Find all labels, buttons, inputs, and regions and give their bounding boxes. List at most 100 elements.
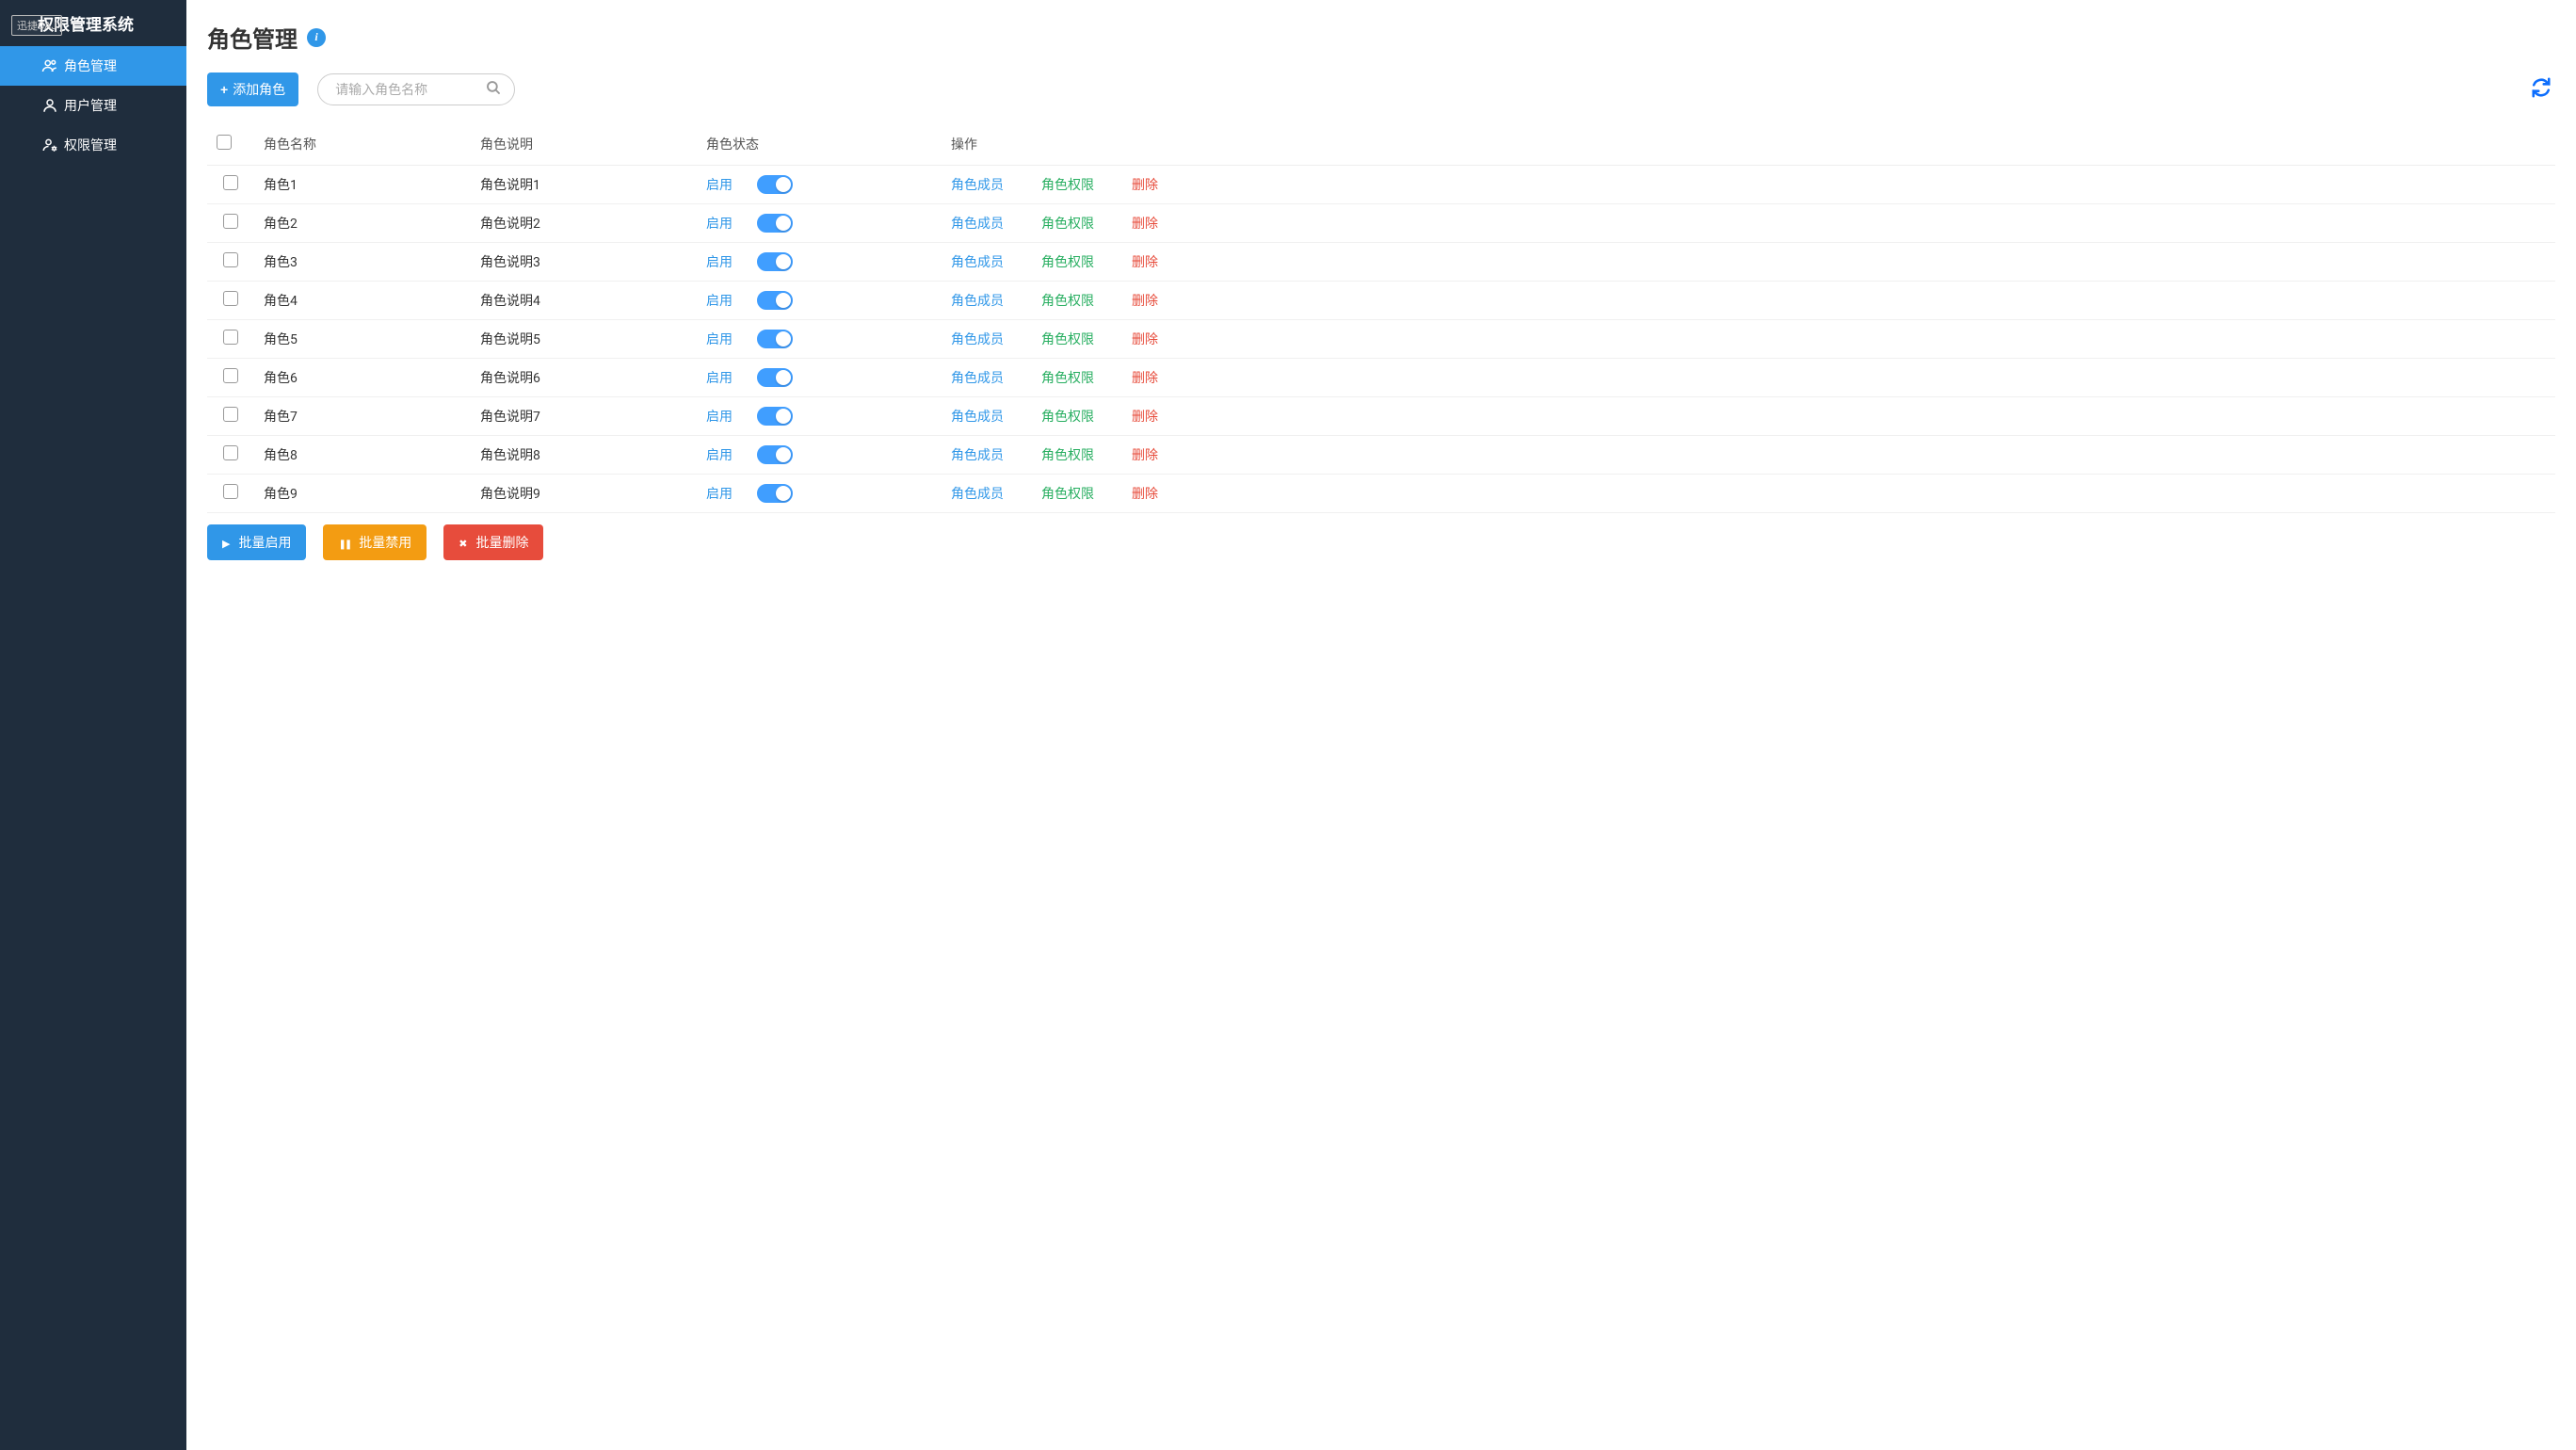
perms-link[interactable]: 角色权限 <box>1041 330 1094 348</box>
role-ops-cell: 角色成员 角色权限 删除 <box>942 204 2555 243</box>
row-checkbox[interactable] <box>223 252 238 267</box>
page-title-text: 角色管理 <box>207 21 298 54</box>
delete-link[interactable]: 删除 <box>1132 445 1158 464</box>
role-name-cell: 角色2 <box>254 204 471 243</box>
sidebar-item-1[interactable]: 用户管理 <box>0 86 186 125</box>
row-checkbox[interactable] <box>223 291 238 306</box>
status-toggle[interactable] <box>757 368 793 387</box>
delete-link[interactable]: 删除 <box>1132 291 1158 310</box>
role-status-cell: 启用 <box>697 397 942 436</box>
header-checkbox-cell <box>207 123 254 166</box>
status-toggle[interactable] <box>757 407 793 426</box>
status-label: 启用 <box>706 291 733 310</box>
row-checkbox[interactable] <box>223 445 238 460</box>
users-icon <box>41 57 58 74</box>
main-content: 角色管理 i + 添加角色 <box>186 0 2576 1450</box>
row-checkbox[interactable] <box>223 175 238 190</box>
role-name-cell: 角色6 <box>254 359 471 397</box>
table-row: 角色9角色说明9启用角色成员角色权限删除 <box>207 475 2555 513</box>
status-toggle[interactable] <box>757 484 793 503</box>
table-row: 角色7角色说明7启用角色成员角色权限删除 <box>207 397 2555 436</box>
role-desc-cell: 角色说明1 <box>471 166 697 204</box>
members-link[interactable]: 角色成员 <box>951 252 1004 271</box>
delete-link[interactable]: 删除 <box>1132 407 1158 426</box>
row-checkbox[interactable] <box>223 330 238 345</box>
search-icon[interactable] <box>485 79 502 100</box>
row-checkbox[interactable] <box>223 368 238 383</box>
sidebar-item-0[interactable]: 角色管理 <box>0 46 186 86</box>
members-link[interactable]: 角色成员 <box>951 445 1004 464</box>
row-checkbox[interactable] <box>223 484 238 499</box>
status-label: 启用 <box>706 407 733 426</box>
row-checkbox[interactable] <box>223 214 238 229</box>
delete-link[interactable]: 删除 <box>1132 330 1158 348</box>
status-toggle[interactable] <box>757 445 793 464</box>
members-link[interactable]: 角色成员 <box>951 484 1004 503</box>
role-ops-cell: 角色成员 角色权限 删除 <box>942 436 2555 475</box>
header-ops: 操作 <box>942 123 2555 166</box>
plus-icon: + <box>220 82 228 97</box>
role-status-cell: 启用 <box>697 166 942 204</box>
header-name: 角色名称 <box>254 123 471 166</box>
role-name-cell: 角色1 <box>254 166 471 204</box>
members-link[interactable]: 角色成员 <box>951 175 1004 194</box>
row-checkbox[interactable] <box>223 407 238 422</box>
delete-link[interactable]: 删除 <box>1132 368 1158 387</box>
perms-link[interactable]: 角色权限 <box>1041 368 1094 387</box>
role-ops-cell: 角色成员 角色权限 删除 <box>942 282 2555 320</box>
pause-icon <box>338 535 354 550</box>
role-desc-cell: 角色说明7 <box>471 397 697 436</box>
role-status-cell: 启用 <box>697 243 942 282</box>
user-gear-icon <box>41 137 58 153</box>
status-label: 启用 <box>706 175 733 194</box>
perms-link[interactable]: 角色权限 <box>1041 252 1094 271</box>
bulk-disable-button[interactable]: 批量禁用 <box>323 524 427 560</box>
delete-link[interactable]: 删除 <box>1132 252 1158 271</box>
delete-link[interactable]: 删除 <box>1132 214 1158 233</box>
refresh-button[interactable] <box>2527 73 2555 105</box>
role-status-cell: 启用 <box>697 436 942 475</box>
bulk-delete-button[interactable]: 批量删除 <box>443 524 543 560</box>
table-row: 角色4角色说明4启用角色成员角色权限删除 <box>207 282 2555 320</box>
perms-link[interactable]: 角色权限 <box>1041 291 1094 310</box>
info-icon[interactable]: i <box>307 28 326 47</box>
status-toggle[interactable] <box>757 175 793 194</box>
perms-link[interactable]: 角色权限 <box>1041 175 1094 194</box>
perms-link[interactable]: 角色权限 <box>1041 407 1094 426</box>
user-icon <box>41 97 58 114</box>
status-toggle[interactable] <box>757 291 793 310</box>
status-label: 启用 <box>706 368 733 387</box>
members-link[interactable]: 角色成员 <box>951 407 1004 426</box>
status-label: 启用 <box>706 445 733 464</box>
play-icon <box>222 535 233 550</box>
table-row: 角色3角色说明3启用角色成员角色权限删除 <box>207 243 2555 282</box>
app-logo: 迅捷CAJ 权限管理系统 <box>0 0 186 46</box>
role-desc-cell: 角色说明8 <box>471 436 697 475</box>
role-desc-cell: 角色说明3 <box>471 243 697 282</box>
status-toggle[interactable] <box>757 214 793 233</box>
role-name-cell: 角色4 <box>254 282 471 320</box>
delete-link[interactable]: 删除 <box>1132 175 1158 194</box>
select-all-checkbox[interactable] <box>217 135 232 150</box>
delete-link[interactable]: 删除 <box>1132 484 1158 503</box>
members-link[interactable]: 角色成员 <box>951 291 1004 310</box>
members-link[interactable]: 角色成员 <box>951 368 1004 387</box>
status-toggle[interactable] <box>757 252 793 271</box>
row-checkbox-cell <box>207 166 254 204</box>
perms-link[interactable]: 角色权限 <box>1041 214 1094 233</box>
bulk-enable-button[interactable]: 批量启用 <box>207 524 306 560</box>
role-desc-cell: 角色说明6 <box>471 359 697 397</box>
members-link[interactable]: 角色成员 <box>951 214 1004 233</box>
table-row: 角色6角色说明6 启用 角色成员 角色权限 删除 <box>207 359 2555 397</box>
row-checkbox-cell <box>207 282 254 320</box>
perms-link[interactable]: 角色权限 <box>1041 445 1094 464</box>
row-checkbox-cell <box>207 397 254 436</box>
add-role-button[interactable]: + 添加角色 <box>207 72 298 106</box>
status-toggle[interactable] <box>757 330 793 348</box>
row-checkbox-cell <box>207 204 254 243</box>
perms-link[interactable]: 角色权限 <box>1041 484 1094 503</box>
members-link[interactable]: 角色成员 <box>951 330 1004 348</box>
row-checkbox-cell <box>207 359 254 397</box>
role-status-cell: 启用 <box>697 282 942 320</box>
sidebar-item-2[interactable]: 权限管理 <box>0 125 186 165</box>
